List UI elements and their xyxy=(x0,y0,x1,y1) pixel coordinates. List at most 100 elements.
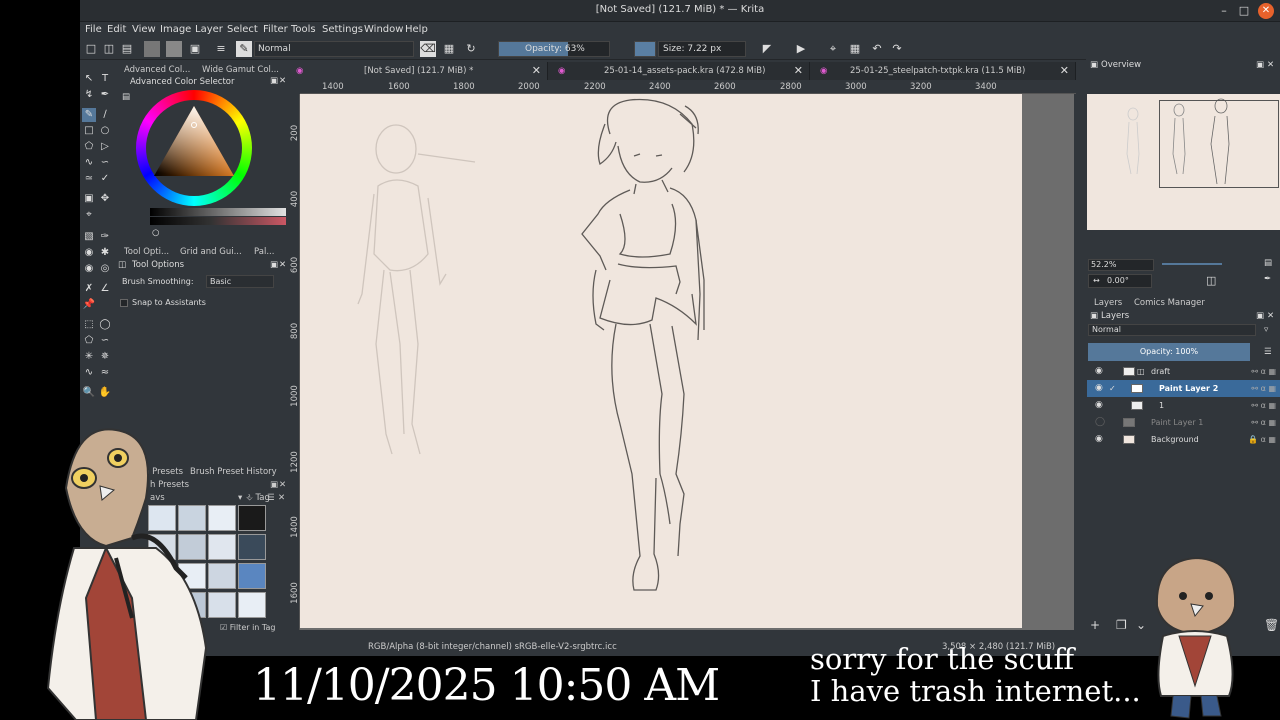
tab-comics-manager[interactable]: Comics Manager xyxy=(1134,298,1205,308)
color-swap-icon[interactable]: ▣ xyxy=(188,41,202,57)
hidden-eye-icon[interactable]: ◯ xyxy=(1095,414,1105,431)
gradient-tool-icon[interactable]: ▧ xyxy=(82,230,96,244)
visibility-eye-icon[interactable]: ◉ xyxy=(1095,431,1103,448)
preset-view-icon[interactable]: ☰ xyxy=(267,493,275,503)
brush-smoothing-select[interactable]: Basic xyxy=(206,275,274,288)
presets-float-icon[interactable]: ▣ xyxy=(270,480,278,490)
doc-tab-close-icon[interactable]: ✕ xyxy=(794,62,803,80)
menu-file[interactable]: File xyxy=(85,24,102,35)
menu-help[interactable]: Help xyxy=(405,24,428,35)
visibility-eye-icon[interactable]: ◉ xyxy=(1095,363,1103,380)
move-tool-icon[interactable]: ✥ xyxy=(98,192,112,206)
add-layer-icon[interactable]: + xyxy=(1090,618,1100,632)
tab-advanced-color[interactable]: Advanced Col... xyxy=(124,65,190,75)
menu-window[interactable]: Window xyxy=(364,24,403,35)
duplicate-layer-icon[interactable]: ❐ xyxy=(1116,618,1127,632)
opacity-slider[interactable]: Opacity: 63% xyxy=(498,41,610,57)
pan-tool-icon[interactable]: ✋ xyxy=(98,386,112,400)
rotation-field[interactable]: ↔ 0.00° xyxy=(1088,274,1152,288)
ellipse-select-icon[interactable]: ◯ xyxy=(98,318,112,332)
reset-color-icon[interactable]: ○ xyxy=(152,228,159,238)
layer-row[interactable]: ◉ ✓ Paint Layer 2 ⚯ α ▦ xyxy=(1087,380,1280,397)
rectangle-tool-icon[interactable]: □ xyxy=(82,124,96,138)
save-document-icon[interactable]: ▤ xyxy=(120,41,134,57)
saturation-slider[interactable] xyxy=(150,217,304,225)
assistant-tool-icon[interactable]: ✗ xyxy=(82,282,96,296)
blend-mode-select[interactable]: Normal xyxy=(254,41,414,57)
tab-wide-gamut-color[interactable]: Wide Gamut Col... xyxy=(202,65,279,75)
polygon-tool-icon[interactable]: ⬠ xyxy=(82,140,96,154)
undo-icon[interactable]: ↶ xyxy=(870,41,884,57)
brush-settings-icon[interactable]: ≡ xyxy=(214,41,228,57)
layer-flags-icon[interactable]: ⚯ α ▦ xyxy=(1251,414,1276,431)
brush-preset-tile[interactable] xyxy=(238,534,266,560)
overview-settings-icon[interactable]: ▤ xyxy=(1264,258,1272,268)
pattern-swatch-icon[interactable] xyxy=(166,41,182,57)
tab-tool-options[interactable]: Tool Opti... xyxy=(124,247,169,257)
multibrush-icon[interactable]: ✓ xyxy=(98,172,112,186)
layer-opacity-slider[interactable]: Opacity: 100% xyxy=(1088,343,1250,361)
layer-checked-icon[interactable]: ✓ xyxy=(1109,380,1116,397)
vertical-scrollbar[interactable] xyxy=(1074,94,1080,630)
preset-close-filter-icon[interactable]: ✕ xyxy=(278,493,285,503)
line-tool-icon[interactable]: ∕ xyxy=(98,108,112,122)
preset-filter-chevron-icon[interactable]: ▾ xyxy=(238,493,242,503)
contiguous-select-icon[interactable]: ✳ xyxy=(82,350,96,364)
dock-float-icon[interactable]: ▣ xyxy=(270,76,278,86)
zoom-slider[interactable] xyxy=(1162,263,1222,265)
calligraphy-icon[interactable]: ✒ xyxy=(98,88,112,102)
dynamic-brush-icon[interactable]: ≃ xyxy=(82,172,96,186)
transform-tool-icon[interactable]: ▣ xyxy=(82,192,96,206)
layer-row[interactable]: ◉ ◫ draft ⚯ α ▦ xyxy=(1087,363,1280,380)
freehand-path-icon[interactable]: ∽ xyxy=(98,156,112,170)
reload-preset-icon[interactable]: ↻ xyxy=(464,41,478,57)
layer-flags-icon[interactable]: ⚯ α ▦ xyxy=(1251,397,1276,414)
color-triangle[interactable] xyxy=(136,90,252,206)
menu-layer[interactable]: Layer xyxy=(195,24,223,35)
preserve-alpha-icon[interactable]: ▦ xyxy=(442,41,456,57)
text-tool-icon[interactable]: T xyxy=(98,72,112,86)
new-document-icon[interactable]: □ xyxy=(84,41,98,57)
canvas[interactable] xyxy=(300,94,1022,628)
eraser-mode-icon[interactable]: ⌫ xyxy=(420,41,436,57)
doc-tab-steelpatch[interactable]: ◉ 25-01-25_steelpatch-txtpk.kra (11.5 Mi… xyxy=(810,62,1076,80)
tab-grid-and-guides[interactable]: Grid and Gui... xyxy=(180,247,242,257)
doc-tab-close-icon[interactable]: ✕ xyxy=(532,62,541,80)
value-slider[interactable] xyxy=(150,208,304,216)
tab-palette[interactable]: Pal... xyxy=(254,247,274,257)
foreground-color-swatch[interactable] xyxy=(634,41,656,57)
close-button[interactable]: ✕ xyxy=(1258,3,1274,19)
delete-layer-icon[interactable]: 🗑 xyxy=(1264,618,1279,632)
bezier-select-icon[interactable]: ∿ xyxy=(82,366,96,380)
polyline-tool-icon[interactable]: ▷ xyxy=(98,140,112,154)
layers-float-icon[interactable]: ▣ xyxy=(1256,311,1264,321)
redo-icon[interactable]: ↷ xyxy=(890,41,904,57)
layers-close-icon[interactable]: ✕ xyxy=(1267,311,1274,321)
layer-row[interactable]: ◉ Background 🔒 α ▦ xyxy=(1087,431,1280,448)
doc-tab-assets-pack[interactable]: ◉ 25-01-14_assets-pack.kra (472.8 MiB) ✕ xyxy=(548,62,810,80)
similar-select-icon[interactable]: ✵ xyxy=(98,350,112,364)
minimize-button[interactable]: – xyxy=(1216,3,1232,19)
layer-flags-icon[interactable]: ⚯ α ▦ xyxy=(1251,380,1276,397)
mirror-view-icon[interactable]: ◫ xyxy=(1206,274,1216,287)
zoom-select[interactable]: 52.2% xyxy=(1088,259,1154,271)
gradient-swatch-icon[interactable] xyxy=(144,41,160,57)
menu-view[interactable]: View xyxy=(132,24,156,35)
color-settings-icon[interactable]: ▤ xyxy=(122,92,130,102)
maximize-button[interactable]: □ xyxy=(1236,3,1252,19)
rect-select-icon[interactable]: ⬚ xyxy=(82,318,96,332)
open-document-icon[interactable]: ◫ xyxy=(102,41,116,57)
overview-float-icon[interactable]: ▣ xyxy=(1256,60,1264,70)
layer-flags-icon[interactable]: ⚯ α ▦ xyxy=(1251,363,1276,380)
bezier-tool-icon[interactable]: ∿ xyxy=(82,156,96,170)
layer-row[interactable]: ◯ Paint Layer 1 ⚯ α ▦ xyxy=(1087,414,1280,431)
wrap-around-icon[interactable]: ▦ xyxy=(848,41,862,57)
magnetic-select-icon[interactable]: ≈ xyxy=(98,366,112,380)
menu-settings[interactable]: Settings xyxy=(322,24,363,35)
layer-locked-icon[interactable]: 🔒 α ▦ xyxy=(1248,431,1276,448)
select-shapes-icon[interactable]: ↖ xyxy=(82,72,96,86)
freehand-brush-icon[interactable]: ✎ xyxy=(82,108,96,122)
measure-tool-icon[interactable]: ∠ xyxy=(98,282,112,296)
overview-thumbnail[interactable] xyxy=(1087,94,1280,230)
doc-tab-close-icon[interactable]: ✕ xyxy=(1060,62,1069,80)
